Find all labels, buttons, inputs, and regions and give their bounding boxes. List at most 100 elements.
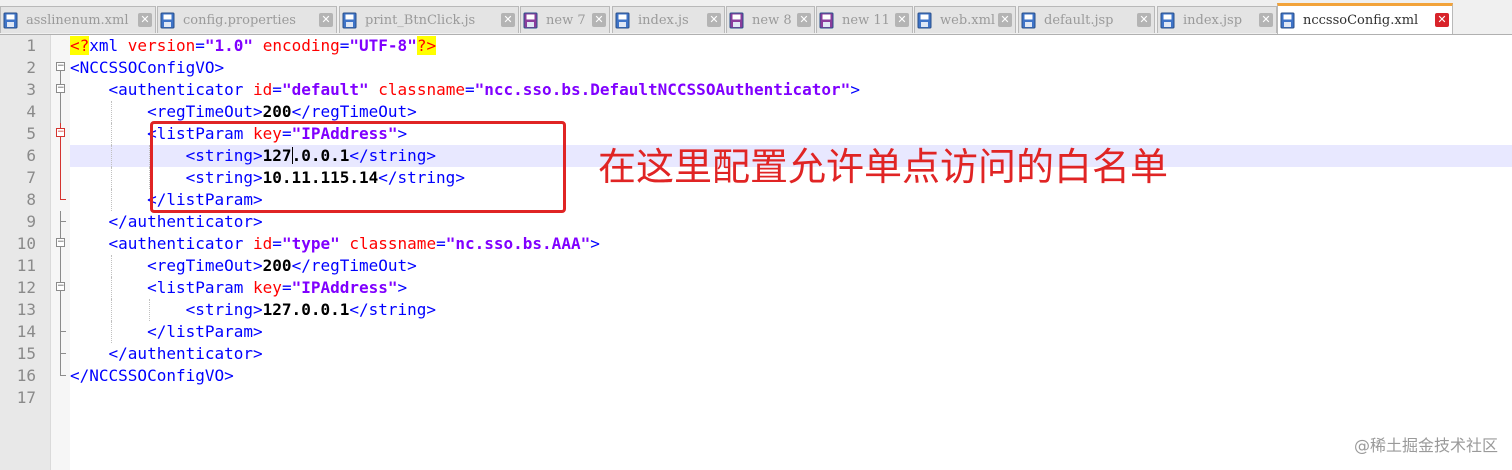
saved-file-icon (3, 12, 18, 29)
code-line[interactable]: 16 </NCCSSOConfigVO> (0, 365, 1512, 387)
code-text: </NCCSSOConfigVO> (70, 365, 1512, 387)
code-text: <?xml version="1.0" encoding="UTF-8"?> (70, 35, 1512, 57)
xml-attr-token: version (127, 36, 196, 55)
tab-new-7[interactable]: new 7 ✕ (520, 6, 610, 33)
xml-text-token: 200 (262, 102, 292, 121)
tab-index-js[interactable]: index.js ✕ (612, 6, 725, 33)
xml-tag-token: <regTimeOut> (147, 256, 263, 275)
xml-tag-token (253, 36, 263, 55)
saved-file-icon (1160, 12, 1175, 29)
xml-attr-token: classname (349, 234, 437, 253)
xml-tag-token: <regTimeOut> (147, 102, 263, 121)
tab-config-properties[interactable]: config.properties ✕ (157, 6, 337, 33)
tab-default-jsp[interactable]: default.jsp ✕ (1018, 6, 1155, 33)
saved-file-icon (1021, 12, 1036, 29)
close-tab-icon[interactable]: ✕ (592, 13, 606, 27)
xml-tag-token: > (397, 278, 408, 297)
watermark: @稀土掘金技术社区 (1353, 436, 1498, 455)
code-line[interactable]: 9 </authenticator> (0, 211, 1512, 233)
fold-toggle-icon[interactable]: − (56, 123, 67, 145)
fold-line (56, 321, 67, 343)
code-line[interactable]: 2 − <NCCSSOConfigVO> (0, 57, 1512, 79)
indent-guide (149, 299, 151, 321)
code-line[interactable]: 15 </authenticator> (0, 343, 1512, 365)
code-line[interactable]: 11 <regTimeOut>200</regTimeOut> (0, 255, 1512, 277)
tab-label: default.jsp (1044, 12, 1114, 28)
tab-new-8[interactable]: new 8 ✕ (726, 6, 815, 33)
fold-toggle-icon[interactable]: − (56, 277, 67, 299)
xml-val-token: "type" (281, 234, 340, 253)
xml-tag-token: </authenticator> (108, 344, 263, 363)
xml-attr-token: classname (378, 80, 465, 99)
code-line[interactable]: 1 <?xml version="1.0" encoding="UTF-8"?> (0, 35, 1512, 57)
code-line[interactable]: 13 <string>127.0.0.1</string> (0, 299, 1512, 321)
close-tab-icon[interactable]: ✕ (998, 13, 1012, 27)
indent-guide (110, 167, 112, 189)
indent-guide (110, 101, 112, 123)
xml-tag-token: = (272, 234, 282, 253)
tab-label: index.jsp (1183, 12, 1243, 28)
code-text: <NCCSSOConfigVO> (70, 57, 1512, 79)
close-tab-icon[interactable]: ✕ (319, 13, 333, 27)
tab-label: web.xml (940, 12, 996, 28)
code-line[interactable]: 14 </listParam> (0, 321, 1512, 343)
xml-tag-token: > (590, 234, 600, 253)
tab-label: config.properties (183, 12, 296, 28)
fold-toggle-icon[interactable]: − (56, 79, 67, 101)
code-line[interactable]: 12 − <listParam key="IPAddress"> (0, 277, 1512, 299)
tab-label: asslinenum.xml (26, 12, 129, 28)
code-line[interactable]: 17 (0, 387, 1512, 409)
tab-print-btnclick-js[interactable]: print_BtnClick.js ✕ (339, 6, 519, 33)
xml-tag-token: = (272, 80, 282, 99)
code-editor[interactable]: 1 <?xml version="1.0" encoding="UTF-8"?> 2… (0, 35, 1512, 409)
indent-guide (110, 145, 112, 167)
tab-nccssoconfig-xml[interactable]: nccssoConfig.xml ✕ (1277, 3, 1453, 34)
tab-label: print_BtnClick.js (365, 12, 476, 28)
code-text: </listParam> (70, 321, 1512, 343)
code-line[interactable]: 10− <authenticator id="type" classname="… (0, 233, 1512, 255)
tab-asslinenum-xml[interactable]: asslinenum.xml ✕ (0, 6, 156, 33)
fold-line (56, 343, 67, 365)
fold-line (56, 299, 67, 321)
close-tab-icon[interactable]: ✕ (1435, 13, 1449, 27)
close-tab-icon[interactable]: ✕ (138, 13, 152, 27)
indent-guide (110, 321, 112, 343)
tab-label: nccssoConfig.xml (1303, 12, 1419, 28)
tab-index-jsp[interactable]: index.jsp ✕ (1157, 6, 1277, 33)
xml-decl-token: ?> (416, 36, 437, 55)
line-number: 1 (26, 36, 36, 55)
close-tab-icon[interactable]: ✕ (707, 13, 721, 27)
tab-web-xml[interactable]: web.xml ✕ (914, 6, 1016, 33)
close-tab-icon[interactable]: ✕ (1137, 13, 1151, 27)
xml-tag-token: = (195, 36, 205, 55)
xml-tag-token: = (436, 234, 446, 253)
close-tab-icon[interactable]: ✕ (501, 13, 515, 27)
tab-new-11[interactable]: new 11 ✕ (816, 6, 913, 33)
tab-label: new 7 (546, 12, 586, 28)
xml-tag-token: </NCCSSOConfigVO> (70, 366, 234, 385)
close-tab-icon[interactable]: ✕ (1259, 13, 1273, 27)
close-tab-icon[interactable]: ✕ (895, 13, 909, 27)
indent-guide (110, 277, 112, 299)
xml-val-token: "1.0" (204, 36, 254, 55)
xml-attr-token: id (253, 80, 273, 99)
unsaved-file-icon (523, 12, 538, 29)
xml-tag-token: <listParam (147, 278, 254, 297)
fold-toggle-icon[interactable]: − (56, 57, 67, 79)
code-line[interactable]: 4 <regTimeOut>200</regTimeOut> (0, 101, 1512, 123)
xml-text-token: 200 (262, 256, 292, 275)
fold-toggle-icon[interactable]: − (56, 233, 67, 255)
unsaved-file-icon (729, 12, 744, 29)
saved-file-icon (342, 12, 357, 29)
tab-label: index.js (638, 12, 689, 28)
code-line[interactable]: 3− <authenticator id="default" classname… (0, 79, 1512, 101)
close-tab-icon[interactable]: ✕ (797, 13, 811, 27)
xml-tag-token: <authenticator (108, 234, 254, 253)
xml-declname-token: xml (89, 36, 128, 55)
fold-line (56, 365, 67, 387)
xml-val-token: "IPAddress" (291, 278, 398, 297)
code-text: <regTimeOut>200</regTimeOut> (70, 255, 1512, 277)
